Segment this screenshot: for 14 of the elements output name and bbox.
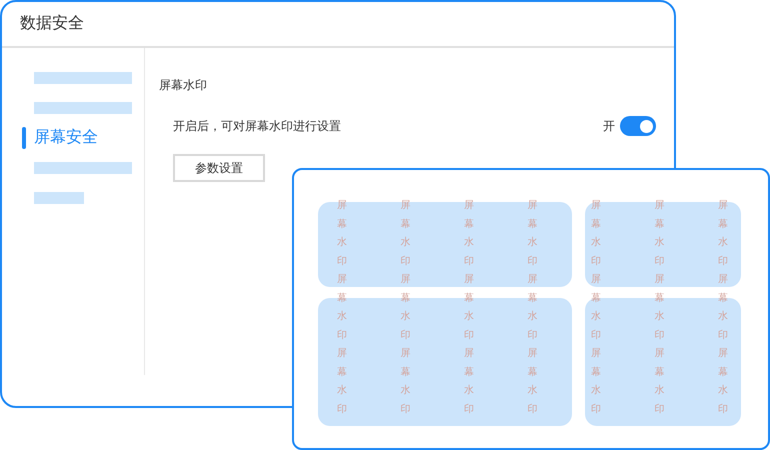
toggle-state-label: 开 bbox=[603, 118, 615, 135]
watermark-text: 屏幕水印屏幕水印屏幕水印 bbox=[528, 199, 538, 416]
window-title: 数据安全 bbox=[20, 14, 84, 34]
section-title: 屏幕水印 bbox=[159, 77, 208, 94]
watermark-text: 屏幕水印屏幕水印屏幕水印 bbox=[718, 199, 728, 416]
watermark-text: 屏幕水印屏幕水印屏幕水印 bbox=[337, 199, 347, 416]
watermark-text: 屏幕水印屏幕水印屏幕水印 bbox=[591, 199, 601, 416]
watermark-text: 屏幕水印屏幕水印屏幕水印 bbox=[400, 199, 410, 416]
watermark-text: 屏幕水印屏幕水印屏幕水印 bbox=[464, 199, 474, 416]
sidebar-item[interactable]: 屏幕安全 bbox=[34, 126, 98, 150]
watermark-text: 屏幕水印屏幕水印屏幕水印 bbox=[654, 199, 664, 416]
setting-label: 开启后，可对屏幕水印进行设置 bbox=[173, 118, 341, 135]
toggle-switch[interactable] bbox=[620, 116, 656, 136]
settings-button[interactable]: 参数设置 bbox=[173, 154, 265, 182]
